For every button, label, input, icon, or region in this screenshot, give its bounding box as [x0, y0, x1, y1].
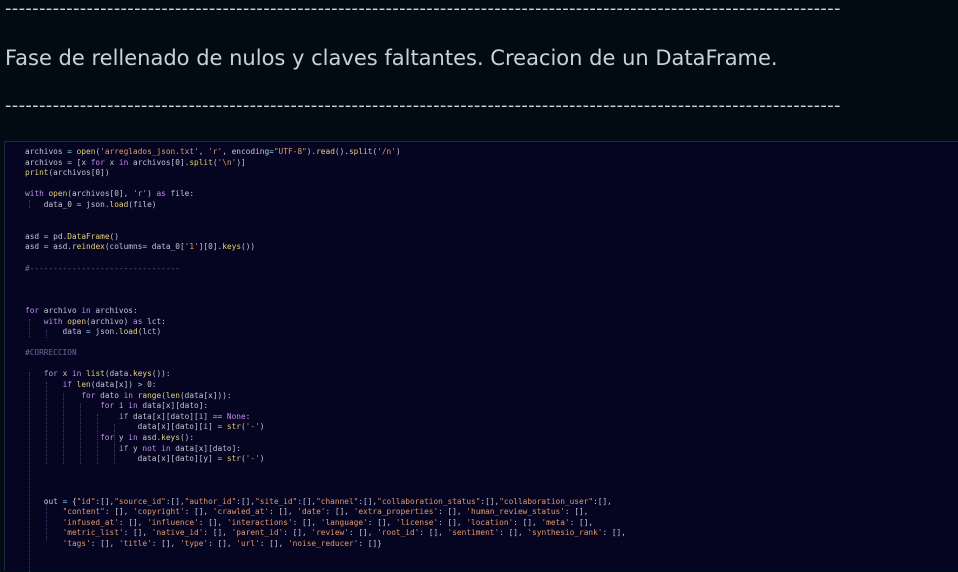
- code-line: data_0 = json.load(file): [25, 199, 157, 209]
- code-line: archivos = [x for x in archivos[0].split…: [25, 157, 246, 167]
- code-line: ​: [25, 285, 626, 296]
- code-line: ​: [25, 359, 626, 370]
- code-line: ​: [25, 211, 626, 222]
- code-line: archivos = open('arreglados_json.txt', '…: [25, 147, 401, 156]
- code-line: ​: [25, 338, 626, 349]
- code-line: ​: [25, 274, 626, 285]
- code-line: data[x][dato][y] = str('-'): [25, 454, 265, 464]
- separator-line-bottom: ----------------------------------------…: [5, 97, 841, 115]
- code-line: for x in list(data.keys()):: [43, 369, 171, 379]
- code-cell[interactable]: archivos = open('arreglados_json.txt', '…: [4, 141, 958, 572]
- code-line: asd = pd.DataFrame(): [25, 231, 119, 241]
- code-line: for y in asd.keys():: [100, 433, 195, 443]
- code-line: ​: [25, 179, 626, 190]
- code-line: 'tags': [], 'title': [], 'type': [], 'ur…: [62, 538, 382, 548]
- code-line: ​: [25, 221, 626, 232]
- code-line: data = json.load(lct): [25, 327, 162, 337]
- code-line: for i in data[x][dato]:: [100, 401, 209, 411]
- code-line: if data[x][dato][i] == None:: [118, 411, 251, 421]
- code-line: ​: [25, 465, 626, 476]
- code-line: "content": [], 'copyright': [], 'crawled…: [62, 507, 589, 517]
- code-line: ​: [25, 295, 626, 306]
- code-line: asd = asd.reindex(columns= data_0['1'][0…: [25, 242, 256, 252]
- code-line: ​: [25, 486, 626, 497]
- code-line: #--------------------------------: [25, 263, 180, 273]
- markdown-heading: Fase de rellenado de nulos y claves falt…: [5, 46, 778, 70]
- code-line: ​: [25, 253, 626, 264]
- code-editor[interactable]: archivos = open('arreglados_json.txt', '…: [25, 147, 626, 550]
- code-line: for dato in range(len(data[x])):: [81, 390, 232, 400]
- code-line: 'infused_at': [], 'influence': [], 'inte…: [62, 517, 594, 527]
- code-line: with open(archivo) as lct:: [43, 316, 166, 326]
- separator-line-top: ----------------------------------------…: [5, 0, 841, 18]
- code-line: print(archivos[0]): [25, 168, 110, 178]
- code-line: ​: [25, 475, 626, 486]
- code-line: 'metric_list': [], 'native_id': [], 'par…: [62, 528, 626, 538]
- code-line: if y not in data[x][dato]:: [118, 443, 241, 453]
- code-line: if len(data[x]) > 0:: [62, 380, 157, 390]
- code-line: with open(archivos[0], 'r') as file:: [25, 189, 195, 199]
- code-line: data[x][dato][i] = str('-'): [25, 422, 265, 432]
- code-line: #CORRECCION: [25, 348, 77, 358]
- code-line: for archivo in archivos:: [25, 305, 138, 315]
- code-line: out = {"id":[],"source_id":[],"author_id…: [25, 496, 612, 506]
